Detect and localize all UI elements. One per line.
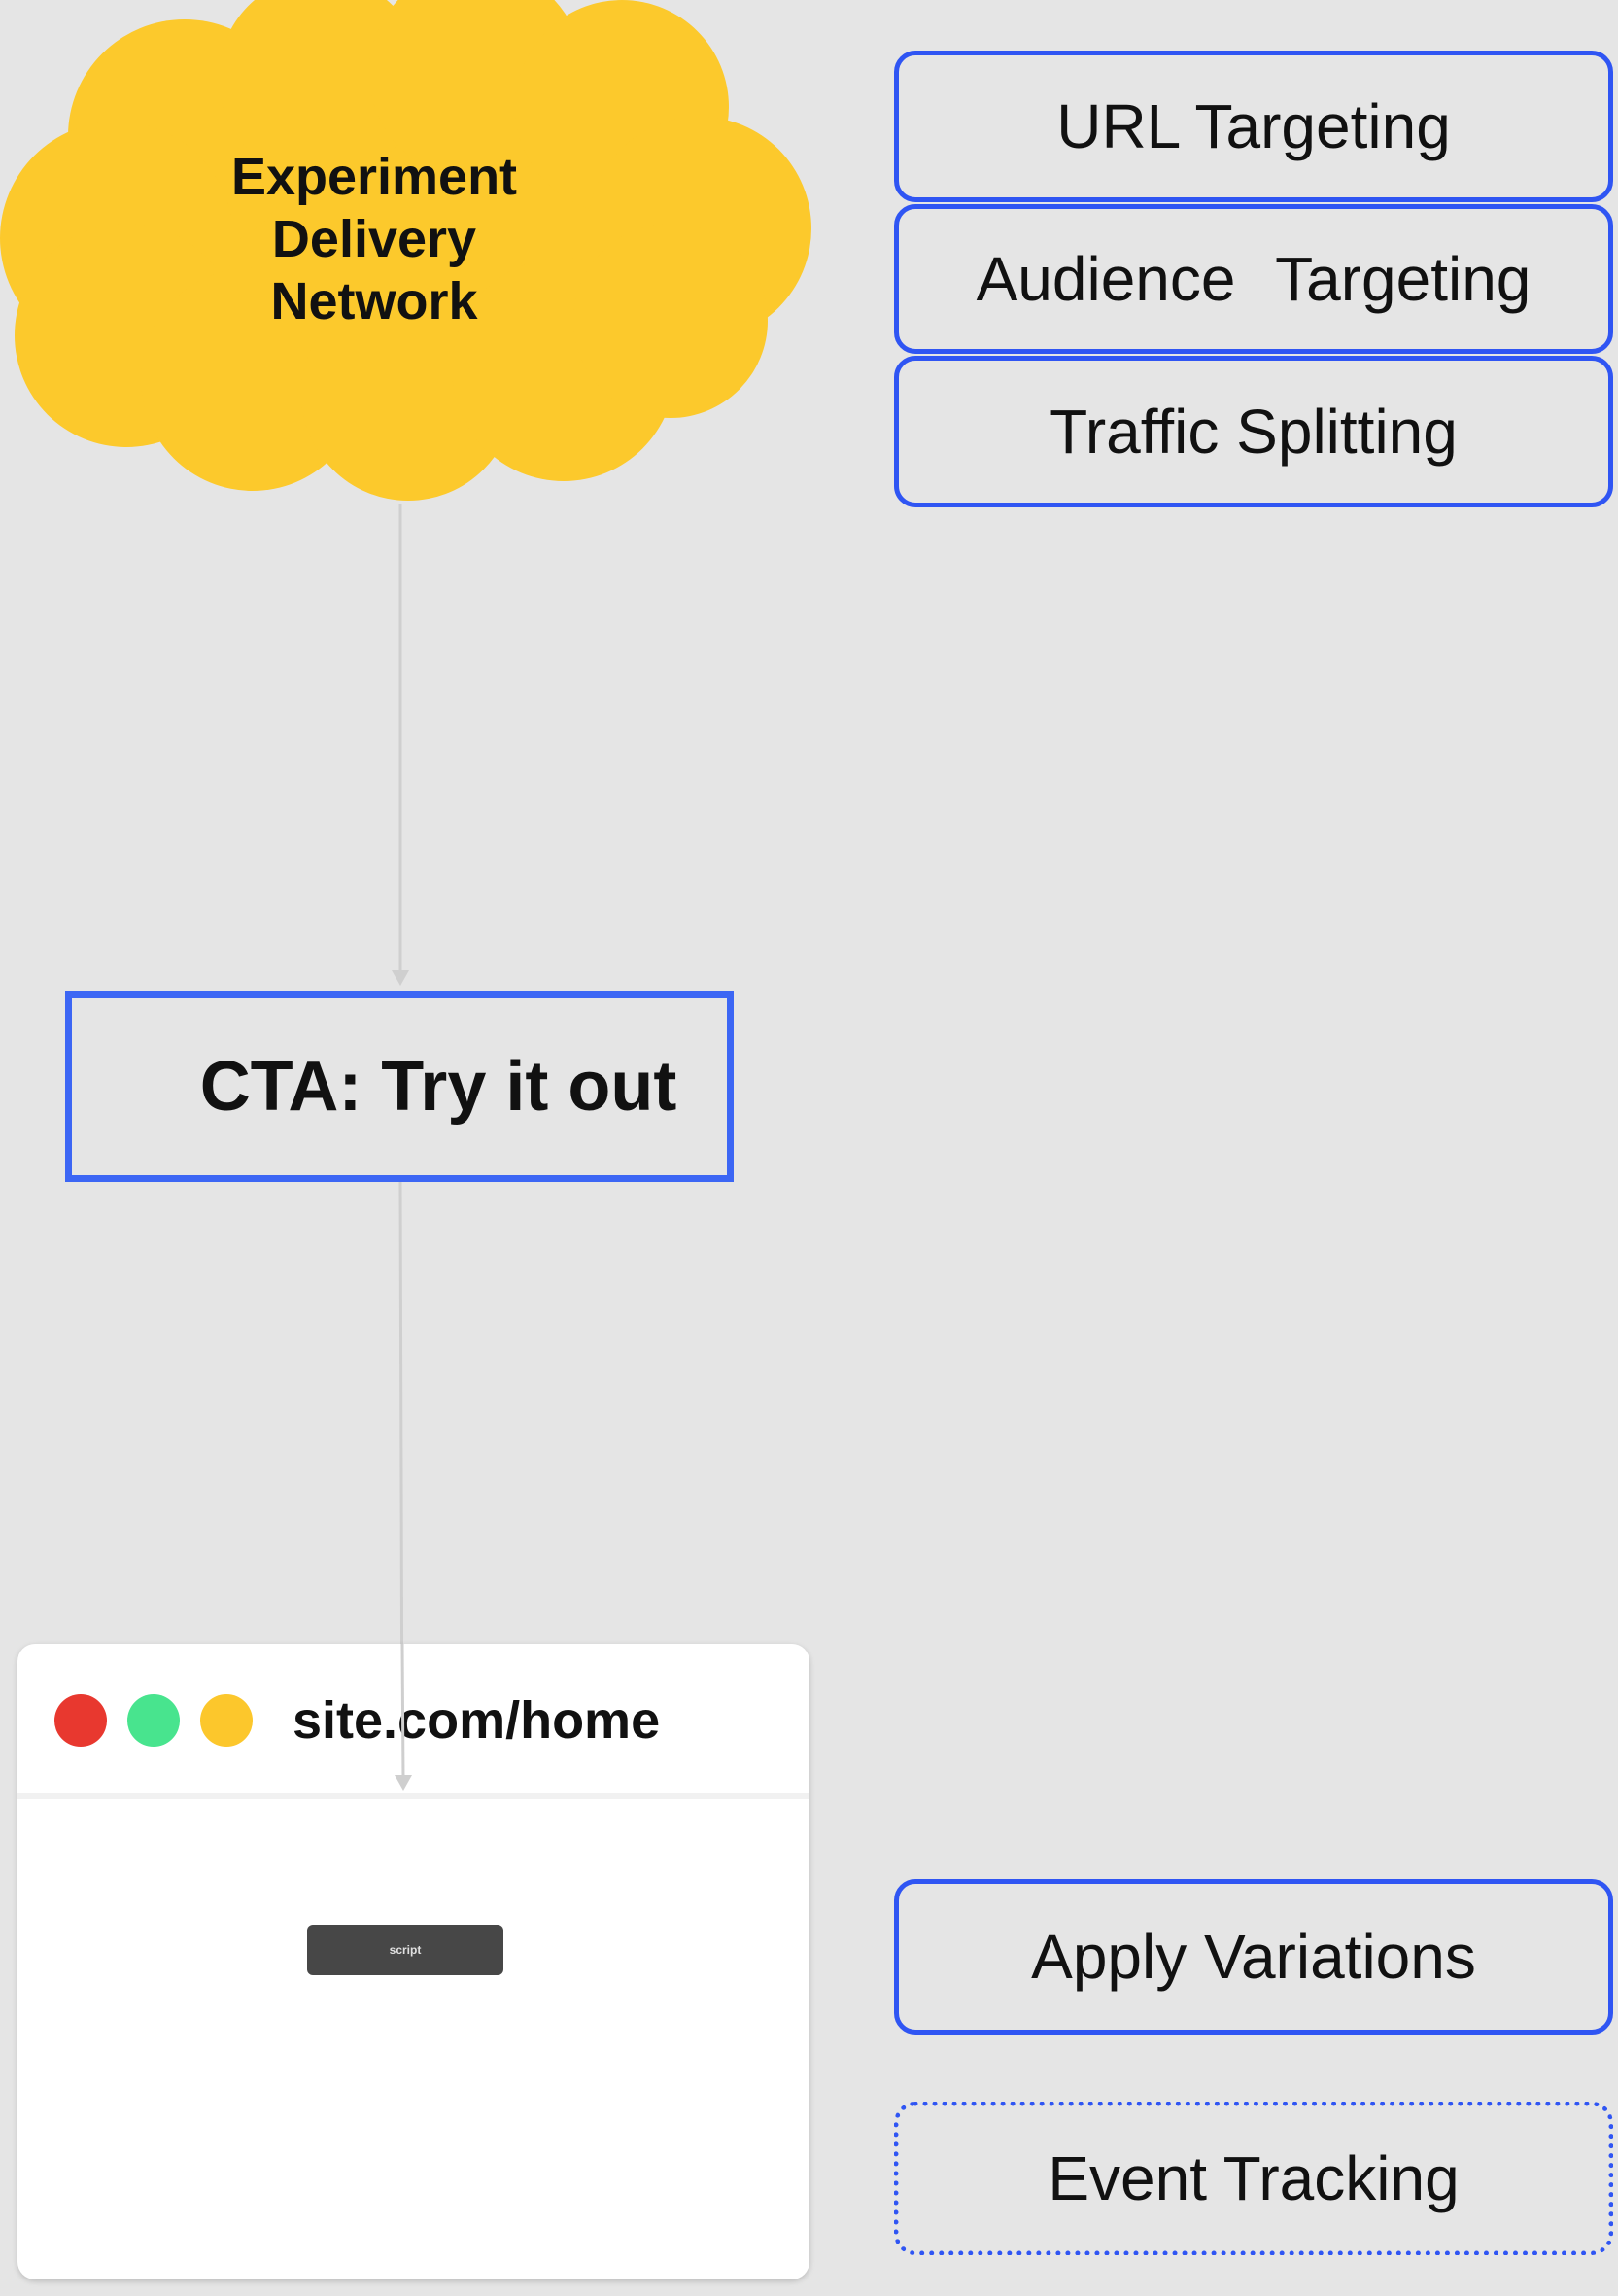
arrowhead-to-cta <box>392 970 409 986</box>
cta-box: CTA: Try it out <box>65 991 734 1182</box>
minimize-dot-icon <box>200 1694 253 1747</box>
url-targeting-box: URL Targeting <box>894 51 1613 202</box>
browser-url: site.com/home <box>293 1691 661 1750</box>
browser-window: site.com/home script <box>17 1644 809 2279</box>
event-tracking-box: Event Tracking <box>894 2102 1613 2255</box>
audience-targeting-box: Audience Targeting <box>894 204 1613 354</box>
traffic-splitting-box: Traffic Splitting <box>894 356 1613 507</box>
browser-titlebar: site.com/home <box>17 1644 809 1799</box>
script-pill: script <box>307 1925 503 1975</box>
apply-variations-box: Apply Variations <box>894 1879 1613 2035</box>
cta-label: CTA: Try it out <box>199 1048 677 1126</box>
maximize-dot-icon <box>127 1694 180 1747</box>
close-dot-icon <box>54 1694 107 1747</box>
